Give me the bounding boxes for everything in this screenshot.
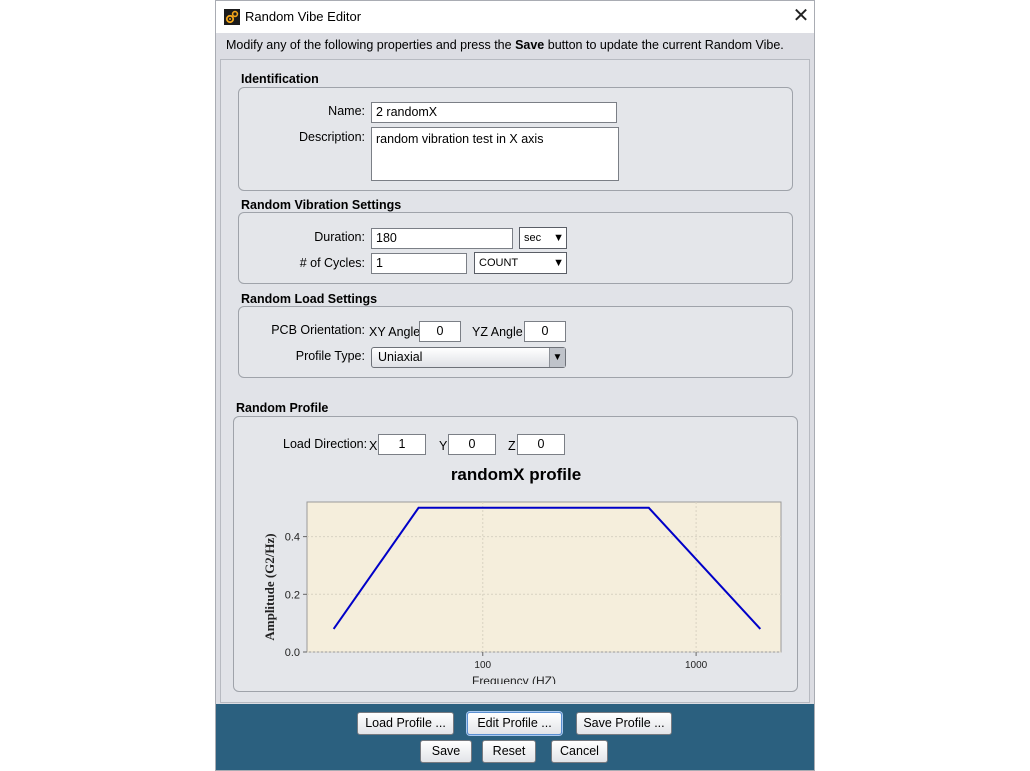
window-title: Random Vibe Editor (245, 9, 362, 24)
chevron-down-icon: ▼ (549, 348, 565, 367)
yz-angle-input[interactable]: 0 (524, 321, 566, 342)
edit-profile-button[interactable]: Edit Profile ... (467, 712, 562, 735)
profile-type-value: Uniaxial (378, 350, 423, 364)
app-gear-icon (224, 9, 240, 25)
xy-angle-input[interactable]: 0 (419, 321, 461, 342)
x-direction-label: X (369, 439, 378, 453)
instruction-prefix: Modify any of the following properties a… (226, 38, 516, 52)
description-label: Description: (299, 130, 365, 144)
button-bar: Load Profile ... Edit Profile ... Save P… (216, 704, 814, 770)
cycles-unit-value: COUNT (479, 257, 519, 269)
profile-type-select[interactable]: Uniaxial ▼ (371, 347, 566, 368)
yz-angle-label: YZ Angle (472, 325, 523, 339)
instruction-text: Modify any of the following properties a… (226, 38, 784, 52)
y-tick-label: 0.0 (285, 647, 300, 659)
cancel-button[interactable]: Cancel (551, 740, 608, 763)
x-direction-input[interactable]: 1 (378, 434, 426, 455)
duration-unit-select[interactable]: sec ▼ (519, 227, 567, 249)
x-tick-label: 100 (474, 660, 491, 671)
vibration-settings-title: Random Vibration Settings (241, 198, 402, 212)
plot-area (306, 501, 782, 653)
profile-type-label: Profile Type: (295, 349, 365, 363)
chevron-down-icon: ▼ (553, 232, 564, 244)
y-direction-input[interactable]: 0 (448, 434, 496, 455)
cycles-unit-select[interactable]: COUNT ▼ (474, 252, 567, 274)
duration-input[interactable]: 180 (371, 228, 513, 249)
random-vibe-editor-window: Random Vibe Editor ✕ Modify any of the f… (215, 0, 815, 771)
close-icon[interactable]: ✕ (790, 5, 812, 27)
pcb-orientation-label: PCB Orientation: (271, 323, 365, 337)
z-direction-label: Z (508, 439, 516, 453)
content-panel: Identification Name: 2 randomX Descripti… (220, 59, 810, 703)
load-settings-title: Random Load Settings (241, 292, 378, 306)
x-axis-label: Frequency (HZ) (472, 674, 556, 684)
x-tick-label: 1000 (685, 660, 708, 671)
save-profile-button[interactable]: Save Profile ... (576, 712, 672, 735)
duration-label: Duration: (314, 230, 365, 244)
chevron-down-icon: ▼ (553, 257, 564, 269)
duration-unit-value: sec (524, 232, 542, 244)
random-profile-title: Random Profile (236, 401, 329, 415)
xy-angle-label: XY Angle (369, 325, 421, 339)
name-input[interactable]: 2 randomX (371, 102, 617, 123)
y-direction-label: Y (439, 439, 448, 453)
y-axis-label: Amplitude (G2/Hz) (262, 533, 277, 640)
profile-chart: 100 1000 0.0 0.2 0.4 Frequency (HZ) Amplitude … (262, 501, 782, 684)
cycles-label: # of Cycles: (299, 256, 365, 270)
chart-title: randomX profile (450, 465, 582, 484)
title-bar[interactable]: Random Vibe Editor ✕ (216, 1, 814, 33)
instruction-suffix: button to update the current Random Vibe… (544, 38, 784, 52)
cycles-input[interactable]: 1 (371, 253, 467, 274)
name-label: Name: (328, 104, 365, 118)
load-profile-button[interactable]: Load Profile ... (357, 712, 454, 735)
identification-title: Identification (241, 72, 319, 86)
save-button[interactable]: Save (420, 740, 472, 763)
description-textarea[interactable]: random vibration test in X axis (371, 127, 619, 181)
load-direction-label: Load Direction: (283, 437, 368, 451)
y-tick-label: 0.2 (285, 589, 300, 601)
reset-button[interactable]: Reset (482, 740, 536, 763)
instruction-save-word: Save (515, 38, 545, 52)
y-tick-label: 0.4 (285, 532, 300, 544)
z-direction-input[interactable]: 0 (517, 434, 565, 455)
